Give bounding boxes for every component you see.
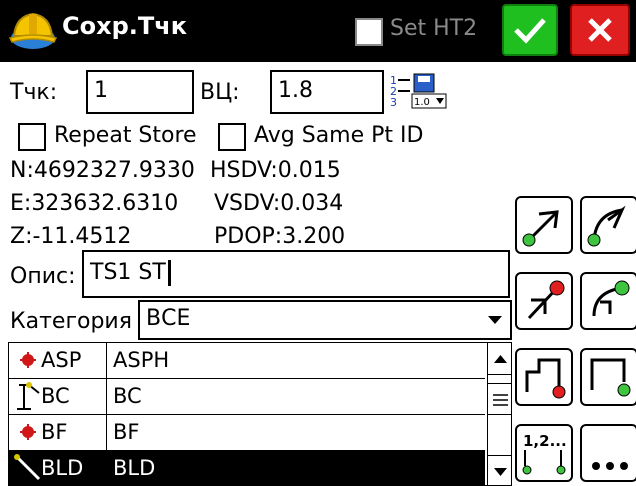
arrow-up-icon	[494, 355, 507, 363]
rectangle-icon	[590, 358, 631, 397]
desc-cell: BC	[113, 384, 142, 408]
window-title: Сохр.Тчк	[62, 12, 188, 40]
scroll-up-button[interactable]	[488, 343, 511, 375]
desc-cell: BLD	[113, 456, 156, 480]
scroll-thumb[interactable]	[488, 383, 511, 415]
red-point-icon	[20, 352, 36, 368]
description-label: Опис:	[10, 264, 76, 289]
text-caret	[167, 260, 171, 286]
category-label: Категория	[10, 309, 132, 334]
more-options-button[interactable]	[580, 424, 636, 482]
curve-end-icon	[592, 280, 630, 317]
height-settings-button[interactable]: 1 2 3 1.0	[388, 72, 450, 112]
repeat-store-checkbox[interactable]	[18, 123, 46, 151]
chevron-down-icon	[488, 316, 502, 324]
line-start-icon	[522, 210, 559, 247]
rectangle-button[interactable]	[580, 348, 636, 406]
easting-readout: E:323632.6310	[10, 191, 179, 216]
desc-cell: ASPH	[113, 348, 170, 372]
list-save-icon: 1 2 3 1.0	[390, 73, 447, 109]
elevation-readout: Z:-11.4512	[10, 224, 132, 249]
desc-cell: BF	[113, 420, 140, 444]
pdop-readout: PDOP:3.200	[214, 224, 346, 249]
code-cell: BC	[41, 384, 70, 408]
grip-icon	[493, 394, 508, 406]
hardhat-logo-icon	[8, 8, 58, 54]
line-end-button[interactable]	[515, 272, 573, 330]
curve-end-button[interactable]	[580, 272, 636, 330]
code-list: ASP ASPH BC BC BF BF BLD BLD	[8, 342, 512, 486]
title-bar: Сохр.Тчк Set HT2	[0, 0, 636, 62]
set-ht2-checkbox[interactable]	[355, 18, 383, 46]
description-value: TS1 ST	[90, 260, 166, 285]
list-item[interactable]: ASP ASPH	[9, 343, 485, 379]
svg-text:1,2...: 1,2...	[523, 432, 567, 450]
curve-start-button[interactable]	[580, 196, 636, 254]
more-dots-icon	[592, 462, 628, 470]
arrow-down-icon	[494, 468, 507, 476]
list-scrollbar[interactable]	[487, 343, 511, 485]
list-item[interactable]: BC BC	[9, 379, 485, 415]
line-start-button[interactable]	[515, 196, 573, 254]
code-cell: ASP	[41, 348, 82, 372]
set-ht2-label: Set HT2	[390, 16, 478, 41]
close-figure-button[interactable]	[515, 348, 573, 406]
ok-button[interactable]	[502, 4, 558, 56]
closed-figure-icon	[525, 358, 566, 399]
category-select[interactable]: ВСЕ	[138, 300, 512, 340]
avg-same-pt-checkbox[interactable]	[218, 123, 246, 151]
curb-icon	[17, 382, 40, 410]
category-value: ВСЕ	[146, 306, 191, 331]
hsdv-readout: HSDV:0.015	[210, 158, 341, 183]
list-item[interactable]: BF BF	[9, 415, 485, 451]
list-item-selected[interactable]: BLD BLD	[9, 451, 485, 485]
scroll-down-button[interactable]	[488, 455, 511, 485]
repeat-store-label: Repeat Store	[54, 123, 197, 148]
point-id-input[interactable]: 1	[86, 70, 194, 114]
point-label: Тчк:	[10, 80, 58, 105]
curve-start-icon	[587, 205, 626, 247]
sequence-points-icon: 1,2...	[522, 432, 567, 475]
code-cell: BF	[41, 420, 68, 444]
line-icon	[14, 454, 41, 481]
close-icon	[588, 18, 612, 42]
svg-text:1.0: 1.0	[414, 97, 430, 108]
height-label: ВЦ:	[200, 80, 240, 105]
description-input[interactable]: TS1 ST	[82, 250, 510, 298]
red-point-icon	[20, 424, 36, 440]
northing-readout: N:4692327.9330	[10, 158, 195, 183]
line-end-icon	[527, 280, 565, 320]
avg-same-pt-label: Avg Same Pt ID	[254, 123, 424, 148]
close-button[interactable]	[570, 4, 630, 56]
svg-text:3: 3	[390, 96, 397, 109]
code-cell: BLD	[41, 456, 84, 480]
height-input[interactable]: 1.8	[270, 70, 384, 114]
vsdv-readout: VSDV:0.034	[214, 191, 344, 216]
checkmark-icon	[514, 18, 546, 44]
sequence-button[interactable]: 1,2...	[515, 424, 573, 482]
